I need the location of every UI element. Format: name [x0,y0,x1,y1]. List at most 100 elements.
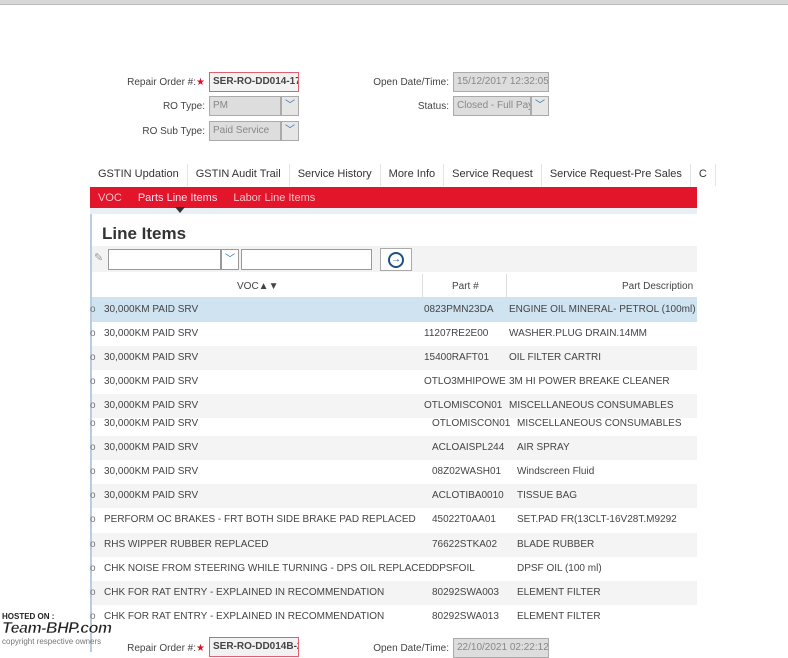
table-row[interactable]: o 30,000KM PAID SRV OTLO3MHIPOWE 3M HI P… [90,370,697,394]
table-row[interactable]: o 30,000KM PAID SRV 08Z02WASH01 Windscre… [90,460,697,484]
table-row[interactable]: o RHS WIPPER RUBBER REPLACED 76622STKA02… [90,533,697,557]
cell-part: ACLOAISPL244 [432,442,505,453]
repair-order-label: Repair Order #:★ [127,77,205,88]
cell-voc: 30,000KM PAID SRV [104,400,199,411]
cell-voc: 30,000KM PAID SRV [104,376,199,387]
cell-description: OIL FILTER CARTRI [509,352,602,363]
tab-service-request-pre-sales[interactable]: Service Request-Pre Sales [542,164,691,186]
repair-order-field[interactable]: SER-RO-DD014-171 [209,72,299,92]
tab-gstin-updation[interactable]: GSTIN Updation [90,164,188,186]
cell-description: Windscreen Fluid [517,466,595,477]
footer-open-date-label: Open Date/Time: [373,643,449,654]
table-row[interactable]: o PERFORM OC BRAKES - FRT BOTH SIDE BRAK… [90,508,697,532]
cell-description: MISCELLANEOUS CONSUMABLES [509,400,674,411]
cell-part: DPSFOIL [432,563,475,574]
tab-gstin-audit-trail[interactable]: GSTIN Audit Trail [188,164,290,186]
row-bullet: o [90,587,96,598]
cell-voc: CHK FOR RAT ENTRY - EXPLAINED IN RECOMME… [104,587,385,598]
cell-part: 80292SWA003 [432,587,499,598]
column-header-part[interactable]: Part # [452,281,479,292]
filter-row: ✎ ﹀ → [92,246,697,272]
filter-value-input[interactable] [241,249,372,270]
table-header: VOC▲▼ Part # Part Description [92,274,697,298]
subtab-bar: VOC Parts Line Items Labor Line Items [90,187,697,208]
cell-voc: 30,000KM PAID SRV [104,328,199,339]
column-header-description[interactable]: Part Description [622,281,693,292]
table-row[interactable]: o CHK NOISE FROM STEERING WHILE TURNING … [90,557,697,581]
cell-description: ELEMENT FILTER [517,587,601,598]
row-bullet: o [90,352,96,363]
cell-part: 08Z02WASH01 [432,466,502,477]
table-row[interactable]: o 30,000KM PAID SRV 0823PMN23DA ENGINE O… [90,298,697,322]
ro-sub-type-label: RO Sub Type: [142,126,205,137]
footer-repair-order-field[interactable]: SER-RO-DD014B-21 [209,637,299,657]
chevron-down-icon[interactable]: ﹀ [221,249,239,270]
cell-part: OTLOMISCON01 [432,418,511,429]
ro-type-select[interactable]: PM [209,96,281,116]
table-row[interactable]: o 30,000KM PAID SRV ACLOTIBA0010 TISSUE … [90,484,697,508]
tab-more-info[interactable]: More Info [381,164,445,186]
cell-part: OTLO3MHIPOWE [424,376,506,387]
arrow-right-icon: → [388,252,404,268]
cell-part: 76622STKA02 [432,539,498,550]
cell-description: AIR SPRAY [517,442,570,453]
pin-icon[interactable]: ✎ [94,251,103,264]
cell-description: WASHER.PLUG DRAIN.14MM [509,328,647,339]
cell-voc: 30,000KM PAID SRV [104,442,199,453]
cell-voc: CHK NOISE FROM STEERING WHILE TURNING - … [104,563,433,574]
row-bullet: o [90,514,96,525]
tab-bar: GSTIN Updation GSTIN Audit Trail Service… [90,164,716,186]
row-bullet: o [90,563,96,574]
chevron-down-icon[interactable]: ﹀ [531,96,549,116]
cell-description: 3M HI POWER BREAKE CLEANER [509,376,670,387]
cell-voc: 30,000KM PAID SRV [104,490,199,501]
watermark-brand: Team-BHP.com [2,620,113,637]
cell-part: OTLOMISCON01 [424,400,503,411]
cell-voc: 30,000KM PAID SRV [104,352,199,363]
row-bullet: o [90,328,96,339]
row-bullet: o [90,539,96,550]
column-header-voc[interactable]: VOC▲▼ [237,281,278,292]
ro-sub-type-select[interactable]: Paid Service [209,121,281,141]
tab-more[interactable]: C [691,164,716,186]
cell-description: ELEMENT FILTER [517,611,601,622]
tab-service-history[interactable]: Service History [290,164,381,186]
row-bullet: o [90,400,96,411]
cell-description: SET.PAD FR(13CLT-16V28T.M9292 [517,514,677,525]
tab-service-request[interactable]: Service Request [444,164,542,186]
table-row[interactable]: o 30,000KM PAID SRV 11207RE2E00 WASHER.P… [90,322,697,346]
filter-field-select[interactable] [108,249,221,270]
table-row[interactable]: o 30,000KM PAID SRV ACLOAISPL244 AIR SPR… [90,436,697,460]
cell-part: 80292SWA013 [432,611,499,622]
go-button[interactable]: → [380,248,412,271]
cell-voc: 30,000KM PAID SRV [104,418,199,429]
cell-voc: 30,000KM PAID SRV [104,304,199,315]
watermark-logo: HOSTED ON : Team-BHP.com copyright respe… [2,612,113,646]
ro-type-label: RO Type: [162,101,205,112]
table-row[interactable]: o CHK FOR RAT ENTRY - EXPLAINED IN RECOM… [90,581,697,605]
cell-part: 45022T0AA01 [432,514,496,525]
subtab-parts-line-items[interactable]: Parts Line Items [130,192,225,204]
cell-part: 11207RE2E00 [424,328,489,339]
open-date-field[interactable]: 15/12/2017 12:32:05 [453,72,549,92]
subtab-voc[interactable]: VOC [90,192,130,204]
cell-description: DPSF OIL (100 ml) [517,563,602,574]
watermark-copyright: copyright respective owners [2,637,102,646]
section-title: Line Items [102,224,187,243]
cell-voc: CHK FOR RAT ENTRY - EXPLAINED IN RECOMME… [104,611,385,622]
subtab-labor-line-items[interactable]: Labor Line Items [225,192,323,204]
status-label: Status: [417,101,449,112]
row-bullet: o [90,304,96,315]
cell-description: MISCELLANEOUS CONSUMABLES [517,418,682,429]
chevron-down-icon[interactable]: ﹀ [281,121,299,141]
cell-voc: RHS WIPPER RUBBER REPLACED [104,539,269,550]
table-row[interactable]: o 30,000KM PAID SRV 15400RAFT01 OIL FILT… [90,346,697,370]
row-bullet: o [90,490,96,501]
footer-open-date-field[interactable]: 22/10/2021 02:22:12 [453,638,549,658]
chevron-down-icon[interactable]: ﹀ [281,96,299,116]
cell-description: ENGINE OIL MINERAL- PETROL (100ml) [509,304,696,315]
row-bullet: o [90,376,96,387]
table-row[interactable]: o 30,000KM PAID SRV OTLOMISCON01 MISCELL… [90,412,697,436]
table-row[interactable]: o CHK FOR RAT ENTRY - EXPLAINED IN RECOM… [90,605,697,629]
status-select[interactable]: Closed - Full Paym [453,96,531,116]
